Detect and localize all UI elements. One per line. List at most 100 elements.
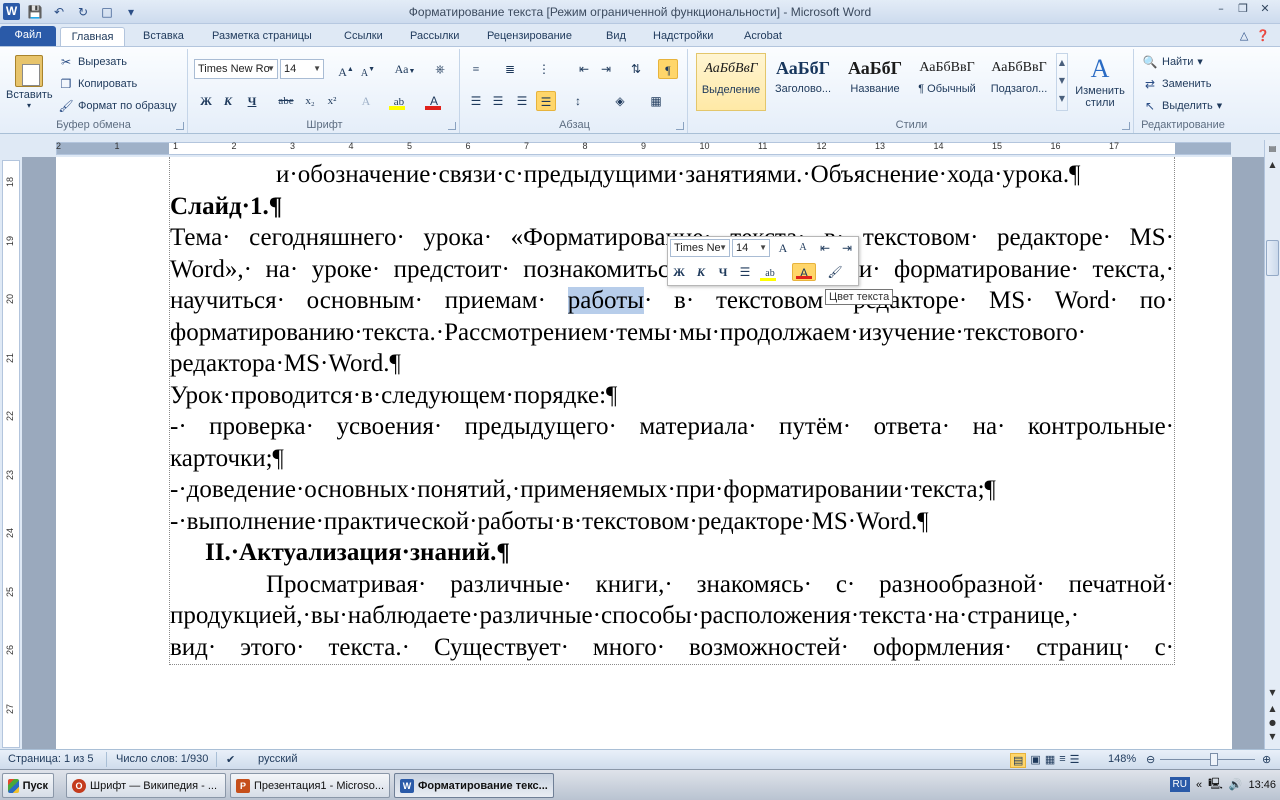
zoom-in-icon[interactable]: ⊕ <box>1262 753 1271 766</box>
start-button[interactable]: Пуск <box>2 773 54 798</box>
print-layout-icon[interactable]: ▤ <box>1010 753 1027 768</box>
close-icon[interactable]: ✕ <box>1258 2 1272 16</box>
taskbar-item-powerpoint[interactable]: P Презентация1 - Microso... <box>230 773 390 798</box>
select-button[interactable]: ↖ Выделить ▼ <box>1142 97 1222 115</box>
mini-decrease-indent-icon[interactable]: ⇤ <box>816 239 834 257</box>
align-right-icon[interactable]: ☰ <box>512 91 532 111</box>
tab-view[interactable]: Вид <box>600 27 632 46</box>
language-indicator[interactable]: русский <box>258 753 297 765</box>
font-color-button[interactable]: A <box>422 91 446 111</box>
text-effects-icon[interactable]: A <box>356 91 376 111</box>
web-layout-icon[interactable]: ▦ <box>1045 753 1055 768</box>
mini-center-icon[interactable]: ☰ <box>736 263 754 281</box>
mini-font-name-combo[interactable]: Times Ne ▼ <box>670 239 730 257</box>
styles-dialog-launcher[interactable] <box>1122 122 1130 130</box>
decrease-indent-icon[interactable]: ⇤ <box>574 59 594 79</box>
taskbar-item-word[interactable]: W Форматирование текс... <box>394 773 554 798</box>
bold-button[interactable]: Ж <box>196 91 216 111</box>
multilevel-list-icon[interactable]: ⋮ <box>534 59 554 79</box>
tab-home[interactable]: Главная <box>60 27 125 46</box>
style-emphasis[interactable]: АаБбВвГ Выделение <box>696 53 766 111</box>
full-screen-reading-icon[interactable]: ▣ <box>1030 753 1040 768</box>
bullets-icon[interactable]: ≡ <box>466 59 486 79</box>
mini-font-size-combo[interactable]: 14 ▼ <box>732 239 770 257</box>
style-title[interactable]: АаБбГ Название <box>840 53 910 111</box>
zoom-slider[interactable] <box>1160 759 1255 760</box>
mini-underline-button[interactable]: Ч <box>714 263 732 281</box>
document-body[interactable]: и·обозначение·связи·с·предыдущими·заняти… <box>170 159 1174 663</box>
tab-review[interactable]: Рецензирование <box>481 27 578 46</box>
shrink-font-icon[interactable]: A▼ <box>358 59 378 79</box>
numbering-icon[interactable]: ≣ <box>500 59 520 79</box>
help-icon[interactable]: ❓ <box>1256 29 1270 42</box>
zoom-out-icon[interactable]: ⊖ <box>1146 753 1155 766</box>
mini-format-painter-icon[interactable]: 🖌 <box>826 263 844 281</box>
increase-indent-icon[interactable]: ⇥ <box>596 59 616 79</box>
font-name-combo[interactable]: Times New Ro ▼ <box>194 59 278 79</box>
justify-icon[interactable]: ☰ <box>536 91 556 111</box>
minimize-ribbon-icon[interactable]: △ <box>1240 29 1248 42</box>
outline-icon[interactable]: ≡ <box>1059 753 1065 768</box>
ruler-toggle-icon[interactable]: ▤ <box>1266 142 1279 156</box>
change-styles-button[interactable]: A Изменить стили <box>1072 53 1128 113</box>
mini-italic-button[interactable]: К <box>692 263 710 281</box>
borders-icon[interactable]: ▦ <box>646 91 666 111</box>
previous-page-icon[interactable]: ▲ <box>1266 702 1279 716</box>
cut-button[interactable]: ✂ Вырезать <box>58 53 127 71</box>
subscript-button[interactable]: x₂ <box>300 91 320 111</box>
mini-increase-indent-icon[interactable]: ⇥ <box>838 239 856 257</box>
change-case-button[interactable]: Аа▼ <box>390 59 420 79</box>
tray-expand-icon[interactable]: « <box>1196 779 1202 791</box>
word-count[interactable]: Число слов: 1/930 <box>116 753 208 765</box>
show-formatting-marks-icon[interactable]: ¶ <box>658 59 678 79</box>
underline-button[interactable]: Ч <box>242 91 262 111</box>
styles-scroll[interactable]: ▲ ▼ ▼ <box>1056 53 1068 111</box>
selected-word[interactable]: работы <box>567 287 644 314</box>
superscript-button[interactable]: x² <box>322 91 342 111</box>
taskbar-item-browser[interactable]: O Шрифт — Википедия - ... <box>66 773 226 798</box>
sort-icon[interactable]: ⇅ <box>626 59 646 79</box>
tab-page-layout[interactable]: Разметка страницы <box>206 27 318 46</box>
restore-icon[interactable]: ❐ <box>1236 2 1250 16</box>
style-subtitle[interactable]: АаБбВвГ Подзагол... <box>984 53 1054 111</box>
select-browse-object-icon[interactable]: ● <box>1266 716 1279 730</box>
zoom-level[interactable]: 148% <box>1108 753 1136 765</box>
horizontal-ruler[interactable]: 2 1 1 2 3 4 5 6 7 8 9 10 11 12 13 14 15 16 17 <box>0 140 1264 157</box>
mini-bold-button[interactable]: Ж <box>670 263 688 281</box>
volume-icon[interactable]: 🔊 <box>1229 778 1243 791</box>
clock[interactable]: 13:46 <box>1248 779 1276 791</box>
find-button[interactable]: 🔍 Найти ▼ <box>1142 53 1203 71</box>
tab-addins[interactable]: Надстройки <box>647 27 719 46</box>
paste-button[interactable]: Вставить ▾ <box>6 53 53 115</box>
zoom-slider-thumb[interactable] <box>1210 753 1218 766</box>
minimize-icon[interactable]: – <box>1214 2 1228 16</box>
style-normal[interactable]: АаБбВвГ ¶ Обычный <box>912 53 982 111</box>
next-page-icon[interactable]: ▼ <box>1266 730 1279 744</box>
font-dialog-launcher[interactable] <box>448 122 456 130</box>
tab-insert[interactable]: Вставка <box>137 27 190 46</box>
copy-button[interactable]: ❐ Копировать <box>58 75 138 93</box>
spellcheck-icon[interactable]: ✔ <box>226 753 235 766</box>
scroll-thumb[interactable] <box>1266 240 1279 276</box>
line-spacing-icon[interactable]: ↕ <box>568 91 588 111</box>
style-heading[interactable]: АаБбГ Заголово... <box>768 53 838 111</box>
highlight-color-button[interactable]: ab <box>386 91 412 111</box>
replace-button[interactable]: ⇄ Заменить <box>1142 75 1211 93</box>
mini-font-color-button[interactable]: A <box>792 263 816 281</box>
align-center-icon[interactable]: ☰ <box>488 91 508 111</box>
language-bar[interactable]: RU <box>1169 777 1190 792</box>
page-counter[interactable]: Страница: 1 из 5 <box>8 753 94 765</box>
paragraph-dialog-launcher[interactable] <box>676 122 684 130</box>
align-left-icon[interactable]: ☰ <box>466 91 486 111</box>
mini-highlight-button[interactable]: ab <box>758 263 782 281</box>
draft-icon[interactable]: ☰ <box>1070 753 1080 768</box>
clear-formatting-icon[interactable]: ⎈ <box>430 59 450 79</box>
network-icon[interactable]: 🖳 <box>1208 775 1223 794</box>
tab-references[interactable]: Ссылки <box>338 27 389 46</box>
vertical-scrollbar[interactable]: ▤ ▲ ▼ ▲ ● ▼ <box>1264 140 1280 749</box>
font-size-combo[interactable]: 14 ▼ <box>280 59 324 79</box>
clipboard-dialog-launcher[interactable] <box>176 122 184 130</box>
tab-file[interactable]: Файл <box>0 26 56 46</box>
mini-grow-font-icon[interactable]: A <box>774 239 792 257</box>
scroll-up-icon[interactable]: ▲ <box>1266 158 1279 172</box>
